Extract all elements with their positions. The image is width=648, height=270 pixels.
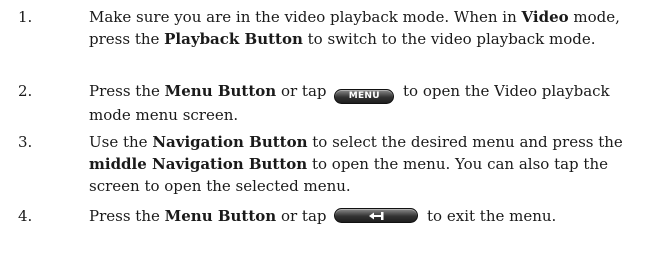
bold-term: Navigation Button [152, 133, 308, 151]
step-number: 4. [18, 207, 33, 225]
menu-button-graphic: MENU [334, 89, 395, 104]
step-number: 3. [18, 133, 33, 151]
step-number: 2. [18, 82, 33, 100]
back-button-graphic [334, 208, 419, 223]
step-text: Use the Navigation Button to select the … [89, 133, 623, 195]
bold-term: Menu Button [164, 207, 277, 225]
step-text: Press the Menu Button or tap MENU to ope… [89, 82, 610, 124]
bold-term: Playback Button [164, 30, 303, 48]
step-text: Make sure you are in the video playback … [89, 8, 620, 48]
bold-term: Video [521, 8, 569, 26]
step-text: Press the Menu Button or tap to exit the… [89, 207, 557, 225]
bold-term: Menu Button [164, 82, 277, 100]
step-number: 1. [18, 8, 33, 26]
bold-term: middle Navigation Button [89, 155, 308, 173]
back-arrow-icon [369, 212, 384, 220]
